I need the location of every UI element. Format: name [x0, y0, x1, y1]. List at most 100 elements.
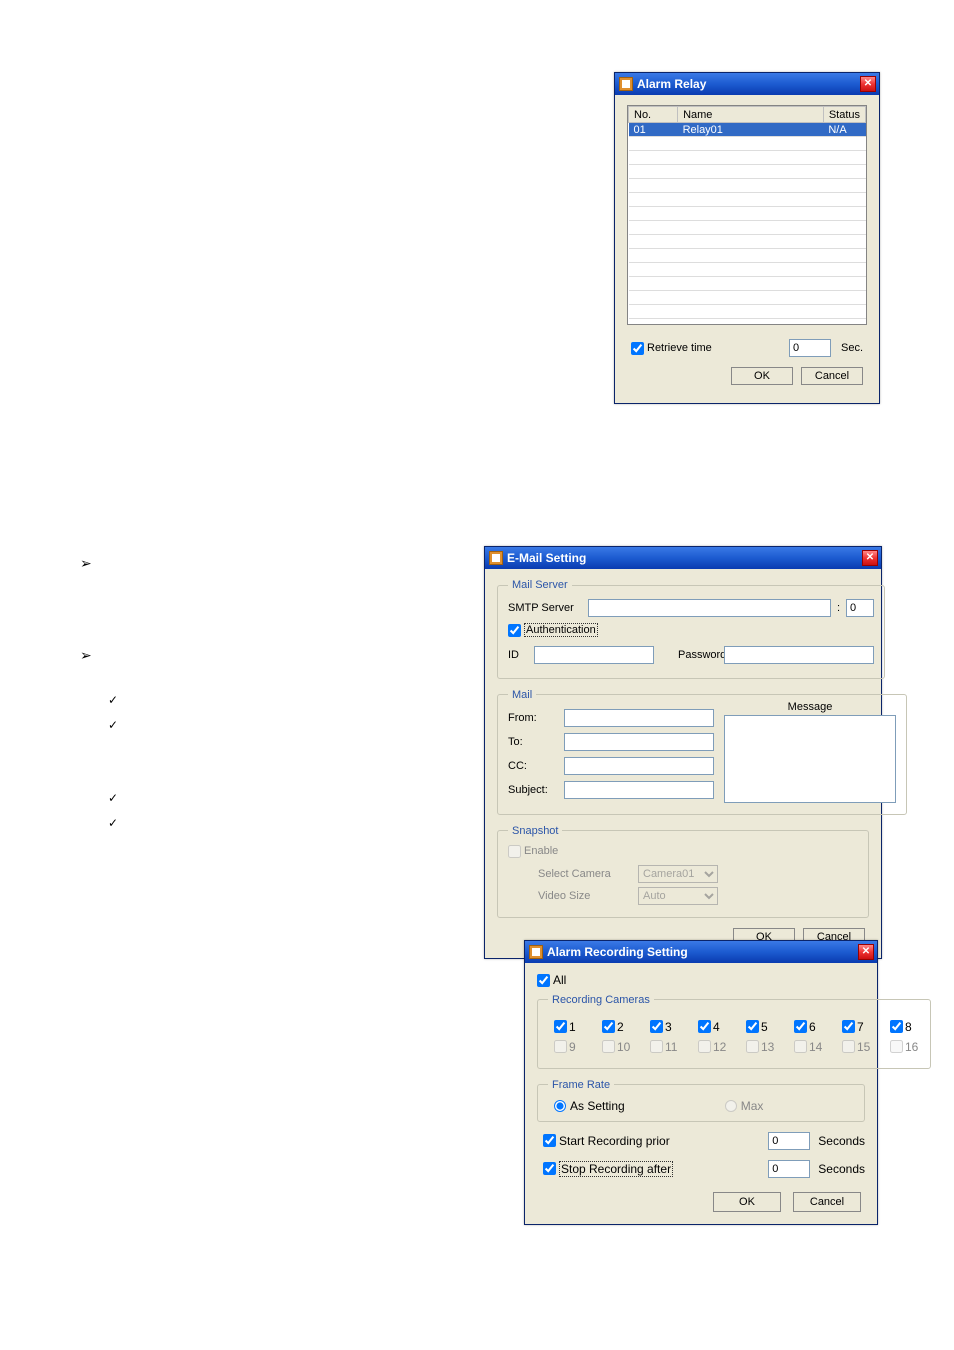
to-input[interactable] — [564, 733, 714, 751]
stop-recording-input[interactable] — [768, 1160, 810, 1178]
camera-7-checkbox[interactable]: 7 — [842, 1020, 872, 1034]
cancel-button[interactable]: Cancel — [793, 1192, 861, 1212]
table-row[interactable] — [629, 151, 866, 165]
authentication-label: Authentication — [524, 623, 598, 637]
bullet-check-icon: ✓ — [108, 816, 118, 830]
table-row[interactable] — [629, 221, 866, 235]
camera-5-checkbox[interactable]: 5 — [746, 1020, 776, 1034]
alarm-relay-dialog: Alarm Relay ✕ No. Name Status 01 Relay01 — [614, 72, 880, 404]
camera-13-checkbox[interactable]: 13 — [746, 1040, 776, 1054]
table-row[interactable] — [629, 137, 866, 151]
bullet-check-icon: ✓ — [108, 791, 118, 805]
table-row[interactable] — [629, 235, 866, 249]
subject-input[interactable] — [564, 781, 714, 799]
bullet-arrow-icon: ➢ — [80, 647, 92, 664]
id-input[interactable] — [534, 646, 654, 664]
retrieve-time-input[interactable] — [789, 339, 831, 357]
table-row[interactable] — [629, 305, 866, 319]
to-label: To: — [508, 736, 564, 748]
close-icon[interactable]: ✕ — [862, 550, 878, 566]
cc-input[interactable] — [564, 757, 714, 775]
retrieve-time-checkbox[interactable]: Retrieve time — [631, 342, 712, 355]
stop-recording-label: Stop Recording after — [559, 1161, 673, 1177]
smtp-input[interactable] — [588, 599, 831, 617]
titlebar[interactable]: Alarm Recording Setting ✕ — [525, 941, 877, 963]
email-setting-dialog: E-Mail Setting ✕ Mail Server SMTP Server… — [484, 546, 882, 959]
camera-15-checkbox[interactable]: 15 — [842, 1040, 872, 1054]
table-row[interactable]: 01 Relay01 N/A — [629, 123, 866, 137]
camera-9-checkbox[interactable]: 9 — [554, 1040, 584, 1054]
max-radio[interactable]: Max — [725, 1099, 764, 1113]
select-camera-dropdown[interactable]: Camera01 — [638, 865, 718, 883]
message-label: Message — [724, 701, 896, 713]
seconds-label: Seconds — [810, 1134, 865, 1148]
table-row[interactable] — [629, 263, 866, 277]
password-label: Password — [654, 649, 724, 661]
camera-8-checkbox[interactable]: 8 — [890, 1020, 920, 1034]
password-input[interactable] — [724, 646, 874, 664]
all-label: All — [553, 973, 566, 987]
select-camera-label: Select Camera — [538, 868, 638, 880]
cell-name: Relay01 — [678, 123, 824, 137]
camera-4-checkbox[interactable]: 4 — [698, 1020, 728, 1034]
titlebar[interactable]: E-Mail Setting ✕ — [485, 547, 881, 569]
dialog-title: Alarm Relay — [637, 77, 706, 91]
relay-table[interactable]: No. Name Status 01 Relay01 N/A — [627, 105, 867, 325]
enable-checkbox[interactable]: Enable — [508, 845, 558, 858]
start-recording-input[interactable] — [768, 1132, 810, 1150]
enable-label: Enable — [524, 845, 558, 857]
max-label: Max — [741, 1099, 764, 1113]
app-icon — [619, 77, 633, 91]
col-name[interactable]: Name — [678, 107, 824, 123]
app-icon — [489, 551, 503, 565]
mail-group: Mail From: To: CC: S — [497, 689, 907, 815]
mail-legend: Mail — [508, 689, 536, 701]
table-row[interactable] — [629, 179, 866, 193]
close-icon[interactable]: ✕ — [860, 76, 876, 92]
col-status[interactable]: Status — [823, 107, 865, 123]
from-input[interactable] — [564, 709, 714, 727]
camera-12-checkbox[interactable]: 12 — [698, 1040, 728, 1054]
subject-label: Subject: — [508, 784, 564, 796]
ok-button[interactable]: OK — [713, 1192, 781, 1212]
camera-3-checkbox[interactable]: 3 — [650, 1020, 680, 1034]
as-setting-radio[interactable]: As Setting — [554, 1099, 625, 1113]
port-input[interactable] — [846, 599, 874, 617]
table-row[interactable] — [629, 277, 866, 291]
cc-label: CC: — [508, 760, 564, 772]
camera-11-checkbox[interactable]: 11 — [650, 1040, 680, 1054]
close-icon[interactable]: ✕ — [858, 944, 874, 960]
titlebar[interactable]: Alarm Relay ✕ — [615, 73, 879, 95]
col-no[interactable]: No. — [629, 107, 678, 123]
table-row[interactable] — [629, 193, 866, 207]
camera-1-checkbox[interactable]: 1 — [554, 1020, 584, 1034]
smtp-label: SMTP Server — [508, 602, 588, 614]
seconds-label: Seconds — [810, 1162, 865, 1176]
message-input[interactable] — [724, 715, 896, 803]
bullet-check-icon: ✓ — [108, 718, 118, 732]
frame-rate-group: Frame Rate As Setting Max — [537, 1079, 865, 1122]
bullet-arrow-icon: ➢ — [80, 555, 92, 572]
table-row[interactable] — [629, 165, 866, 179]
ok-button[interactable]: OK — [731, 367, 793, 385]
start-recording-checkbox[interactable]: Start Recording prior — [543, 1134, 768, 1148]
alarm-recording-dialog: Alarm Recording Setting ✕ All Recording … — [524, 940, 878, 1225]
stop-recording-checkbox[interactable]: Stop Recording after — [543, 1161, 768, 1177]
table-row[interactable] — [629, 207, 866, 221]
camera-16-checkbox[interactable]: 16 — [890, 1040, 920, 1054]
table-row[interactable] — [629, 249, 866, 263]
camera-6-checkbox[interactable]: 6 — [794, 1020, 824, 1034]
all-checkbox[interactable]: All — [537, 973, 566, 987]
bullet-check-icon: ✓ — [108, 693, 118, 707]
camera-2-checkbox[interactable]: 2 — [602, 1020, 632, 1034]
video-size-dropdown[interactable]: Auto — [638, 887, 718, 905]
cancel-button[interactable]: Cancel — [801, 367, 863, 385]
mail-server-legend: Mail Server — [508, 579, 572, 591]
camera-14-checkbox[interactable]: 14 — [794, 1040, 824, 1054]
camera-10-checkbox[interactable]: 10 — [602, 1040, 632, 1054]
snapshot-legend: Snapshot — [508, 825, 562, 837]
table-row[interactable] — [629, 291, 866, 305]
authentication-checkbox[interactable]: Authentication — [508, 623, 598, 637]
cell-status: N/A — [823, 123, 865, 137]
mail-server-group: Mail Server SMTP Server : Authentication… — [497, 579, 885, 679]
